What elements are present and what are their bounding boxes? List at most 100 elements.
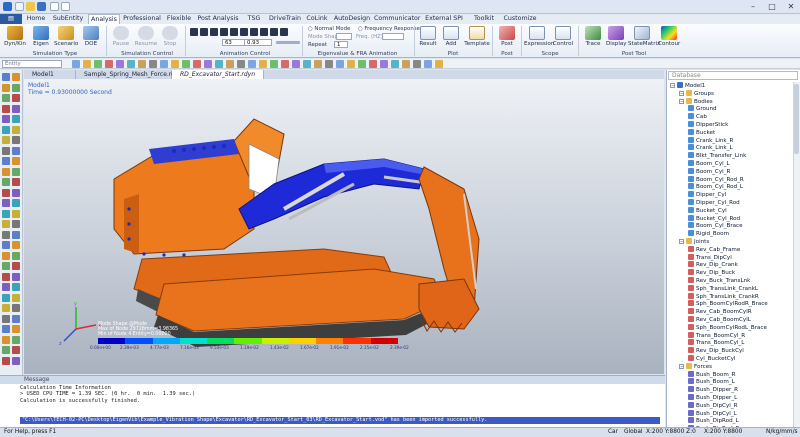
add-plot-button[interactable]: Add xyxy=(442,26,460,47)
doe-button[interactable]: DOE xyxy=(80,26,102,47)
left-tool-10-icon[interactable] xyxy=(12,115,20,123)
tree-item[interactable]: Bucket_Cyl xyxy=(688,206,727,215)
left-tool-45-icon[interactable] xyxy=(2,304,10,312)
left-tool-39-icon[interactable] xyxy=(2,272,10,281)
toolbar-tool-29-icon[interactable] xyxy=(380,60,388,68)
toolbar-tool-19-icon[interactable] xyxy=(270,60,278,68)
tree-item[interactable]: − Forces xyxy=(679,362,712,371)
resume-button[interactable]: Resume xyxy=(134,26,158,47)
tree-item[interactable]: Trans_BoomCyl_R xyxy=(688,331,745,340)
tree-item[interactable]: Rev_Cab_Frame xyxy=(688,245,740,254)
left-tool-8-icon[interactable] xyxy=(12,104,20,113)
left-tool-55-icon[interactable] xyxy=(2,356,10,365)
tree-item[interactable]: Trans_BoomCyl_L xyxy=(688,339,744,347)
frame-time-field[interactable]: 0.93 xyxy=(244,39,272,46)
save-icon[interactable] xyxy=(37,2,46,11)
tree-item[interactable]: Crank_Link_R xyxy=(688,136,733,145)
tree-item[interactable]: Boom_Cyl_R xyxy=(688,167,730,176)
trace-button[interactable]: Trace xyxy=(583,26,603,47)
toolbar-tool-13-icon[interactable] xyxy=(204,60,212,68)
tree-item[interactable]: − Bodies xyxy=(679,97,713,106)
toolbar-tool-28-icon[interactable] xyxy=(369,60,377,68)
left-tool-1-icon[interactable] xyxy=(2,73,10,81)
menu-tab-post-analysis[interactable]: Post Analysis xyxy=(196,14,240,24)
app-logo-icon[interactable] xyxy=(3,2,12,11)
tree-item[interactable]: Sph_TransLink_CrankL xyxy=(688,284,758,293)
tree-item[interactable]: Rev_Dip_Crank xyxy=(688,261,738,269)
left-tool-3-icon[interactable] xyxy=(2,83,10,92)
left-tool-16-icon[interactable] xyxy=(12,146,20,155)
toolbar-tool-23-icon[interactable] xyxy=(314,60,322,68)
new-file-icon[interactable] xyxy=(15,2,24,11)
left-tool-21-icon[interactable] xyxy=(2,178,10,186)
minimize-button[interactable]: – xyxy=(744,1,762,12)
stop-anim-icon[interactable] xyxy=(220,28,228,36)
undo-icon[interactable] xyxy=(50,2,59,11)
freq-field[interactable] xyxy=(382,33,404,40)
tree-item[interactable]: Bucket_Cyl_Rod xyxy=(688,214,740,223)
left-tool-4-icon[interactable] xyxy=(12,83,20,92)
toolbar-tool-4-icon[interactable] xyxy=(105,60,113,68)
control-button[interactable]: Control xyxy=(552,26,574,47)
toolbar-tool-10-icon[interactable] xyxy=(171,60,179,68)
left-tool-43-icon[interactable] xyxy=(2,293,10,302)
tree-item[interactable]: Sph_BoomCylRodR_Brace xyxy=(688,300,768,308)
tree-item[interactable]: Rev_Dip_Buck xyxy=(688,269,735,277)
tree-item[interactable]: Bucket xyxy=(688,128,715,137)
toolbar-tool-25-icon[interactable] xyxy=(336,60,344,68)
left-tool-31-icon[interactable] xyxy=(2,230,10,239)
tree-item[interactable]: Boom_Cyl_L xyxy=(688,160,730,168)
left-tool-20-icon[interactable] xyxy=(12,167,20,176)
toolbar-tool-33-icon[interactable] xyxy=(424,60,432,68)
scenario-button[interactable]: Scenario xyxy=(54,26,78,47)
result-button[interactable]: Result xyxy=(418,26,438,47)
display-button[interactable]: Display xyxy=(606,26,627,47)
tree-item[interactable]: Sph_BoomCylRodL_Brace xyxy=(688,323,767,332)
left-tool-17-icon[interactable] xyxy=(2,157,10,165)
tree-item[interactable]: Sph_TransLink_CrankR xyxy=(688,292,759,301)
left-tool-24-icon[interactable] xyxy=(12,188,20,197)
tree-item[interactable]: Bush_DipCyl_R xyxy=(688,401,738,410)
expand-toggle-icon[interactable]: − xyxy=(679,98,684,104)
left-tool-53-icon[interactable] xyxy=(2,346,10,354)
open-file-icon[interactable] xyxy=(26,2,35,11)
left-tool-38-icon[interactable] xyxy=(12,262,20,270)
left-tool-46-icon[interactable] xyxy=(12,304,20,312)
toolbar-tool-6-icon[interactable] xyxy=(127,60,135,68)
template-button[interactable]: Template xyxy=(464,26,490,47)
record-icon[interactable] xyxy=(270,28,278,36)
left-tool-54-icon[interactable] xyxy=(12,346,20,354)
tree-scrollbar-thumb[interactable] xyxy=(794,84,799,154)
toolbar-tool-34-icon[interactable] xyxy=(435,60,443,68)
toolbar-tool-5-icon[interactable] xyxy=(116,60,124,68)
toolbar-tool-21-icon[interactable] xyxy=(292,60,300,68)
expand-toggle-icon[interactable]: − xyxy=(679,90,684,96)
left-tool-47-icon[interactable] xyxy=(2,314,10,323)
left-tool-23-icon[interactable] xyxy=(2,188,10,197)
contour-button[interactable]: Contour xyxy=(658,26,680,47)
left-tool-25-icon[interactable] xyxy=(2,199,10,207)
database-search[interactable]: Database xyxy=(668,71,798,80)
left-tool-7-icon[interactable] xyxy=(2,104,10,113)
play-back-icon[interactable] xyxy=(210,28,218,36)
left-tool-50-icon[interactable] xyxy=(12,325,20,333)
expand-toggle-icon[interactable]: − xyxy=(679,363,684,369)
statematrix-button[interactable]: StateMatrix xyxy=(628,26,660,47)
left-tool-37-icon[interactable] xyxy=(2,262,10,270)
left-tool-33-icon[interactable] xyxy=(2,241,10,249)
left-tool-41-icon[interactable] xyxy=(2,283,10,291)
tree-item[interactable]: Trans_DipCyl xyxy=(688,253,732,262)
left-tool-6-icon[interactable] xyxy=(12,94,20,102)
expand-toggle-icon[interactable]: − xyxy=(679,239,684,244)
left-tool-36-icon[interactable] xyxy=(12,251,20,260)
play-icon[interactable] xyxy=(230,28,238,36)
toolbar-tool-26-icon[interactable] xyxy=(347,60,355,68)
expand-toggle-icon[interactable]: − xyxy=(670,83,675,88)
tree-item[interactable]: Dipper_Cyl xyxy=(688,191,726,199)
tree-item[interactable]: Blkt_Transfer_Link xyxy=(688,152,746,160)
tree-item[interactable]: Rev_Dip_BuckCyl xyxy=(688,347,744,355)
tree-item[interactable]: − Model1 xyxy=(670,82,705,90)
menu-tab-toolkit[interactable]: Toolkit xyxy=(468,14,500,24)
toolbar-tool-11-icon[interactable] xyxy=(182,60,190,68)
tree-item[interactable]: Boom_Cyl_Rod_R xyxy=(688,175,744,184)
